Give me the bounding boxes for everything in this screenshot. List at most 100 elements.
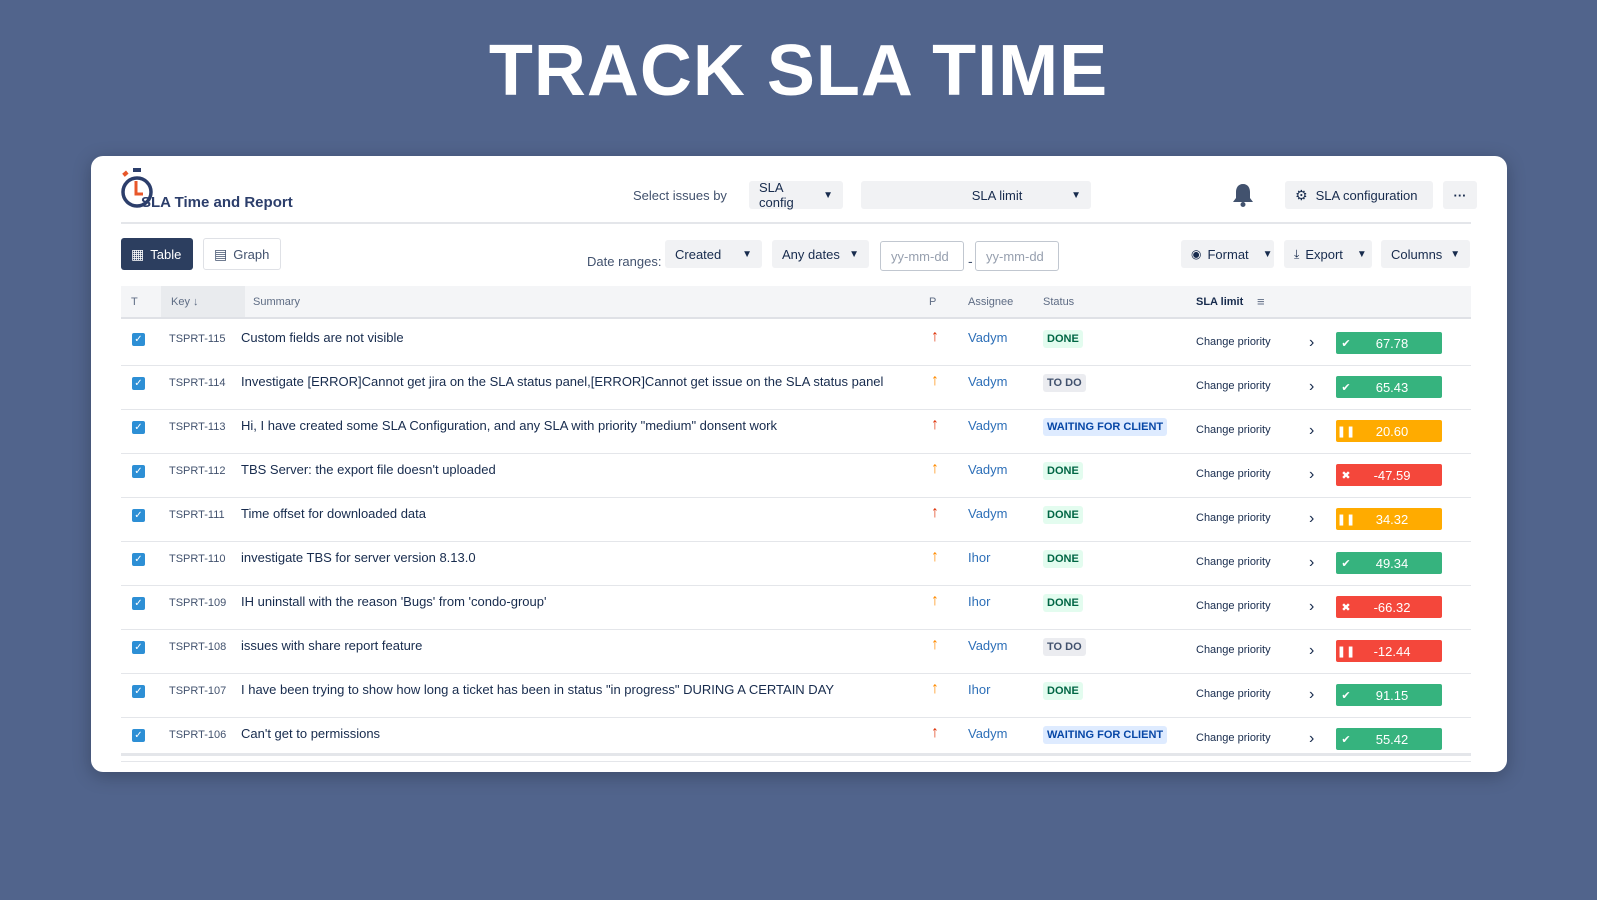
- issue-summary[interactable]: Custom fields are not visible: [241, 330, 404, 345]
- table-row[interactable]: ✓ TSPRT-112 TBS Server: the export file do…: [121, 453, 1471, 498]
- row-checkbox[interactable]: ✓: [132, 509, 145, 522]
- chevron-right-icon[interactable]: ›: [1309, 510, 1314, 528]
- issue-summary[interactable]: Time offset for downloaded data: [241, 506, 426, 521]
- priority-arrow-icon: ↑: [931, 372, 939, 389]
- assignee-link[interactable]: Ihor: [968, 682, 990, 697]
- change-priority-action[interactable]: Change priority: [1196, 732, 1271, 744]
- change-priority-action[interactable]: Change priority: [1196, 688, 1271, 700]
- table-row[interactable]: ✓ TSPRT-113 Hi, I have created some SLA Co…: [121, 409, 1471, 454]
- header-sla-limit[interactable]: SLA limit: [1196, 296, 1243, 308]
- change-priority-action[interactable]: Change priority: [1196, 512, 1271, 524]
- sla-config-dropdown[interactable]: SLA config ▼: [749, 180, 843, 210]
- assignee-link[interactable]: Vadym: [968, 726, 1008, 741]
- assignee-link[interactable]: Vadym: [968, 374, 1008, 389]
- notifications-bell-icon[interactable]: [1231, 182, 1255, 213]
- priority-arrow-icon: ↑: [931, 592, 939, 609]
- table-row[interactable]: ✓ TSPRT-115 Custom fields are not visible ↑…: [121, 321, 1471, 366]
- assignee-link[interactable]: Vadym: [968, 330, 1008, 345]
- tab-graph[interactable]: ▤ Graph: [203, 238, 281, 270]
- issue-summary[interactable]: Investigate [ERROR]Cannot get jira on th…: [241, 374, 883, 389]
- header-key[interactable]: Key ↓: [171, 296, 199, 308]
- sla-time-value: 91.15: [1375, 687, 1409, 703]
- change-priority-action[interactable]: Change priority: [1196, 336, 1271, 348]
- issue-key[interactable]: TSPRT-110: [169, 553, 225, 565]
- format-dropdown[interactable]: ◉ Format ▼: [1181, 240, 1274, 268]
- issue-summary[interactable]: TBS Server: the export file doesn't uplo…: [241, 462, 496, 477]
- filter-icon[interactable]: ≡: [1257, 294, 1265, 309]
- date-to-input[interactable]: yy-mm-dd: [975, 241, 1059, 271]
- issue-key[interactable]: TSPRT-107: [169, 685, 226, 697]
- issue-summary[interactable]: investigate TBS for server version 8.13.…: [241, 550, 476, 565]
- header-status[interactable]: Status: [1043, 296, 1074, 308]
- sla-configuration-button[interactable]: ⚙ SLA configuration: [1285, 181, 1433, 209]
- issue-summary[interactable]: issues with share report feature: [241, 638, 422, 653]
- issue-key[interactable]: TSPRT-111: [169, 509, 225, 521]
- issue-summary[interactable]: I have been trying to show how long a ti…: [241, 682, 834, 697]
- columns-dropdown[interactable]: Columns ▼: [1381, 240, 1470, 268]
- header-t[interactable]: T: [131, 296, 138, 308]
- chevron-right-icon[interactable]: ›: [1309, 378, 1314, 396]
- chevron-right-icon[interactable]: ›: [1309, 466, 1314, 484]
- date-from-input[interactable]: yy-mm-dd: [880, 241, 964, 271]
- sla-limit-dropdown[interactable]: SLA limit ▼: [861, 181, 1091, 209]
- issue-key[interactable]: TSPRT-114: [169, 377, 225, 389]
- export-dropdown[interactable]: ⤓ Export ▼: [1284, 240, 1372, 268]
- row-checkbox[interactable]: ✓: [132, 641, 145, 654]
- assignee-link[interactable]: Vadym: [968, 462, 1008, 477]
- chevron-right-icon[interactable]: ›: [1309, 730, 1314, 748]
- chevron-right-icon[interactable]: ›: [1309, 422, 1314, 440]
- row-checkbox[interactable]: ✓: [132, 377, 145, 390]
- more-options-button[interactable]: ···: [1443, 181, 1477, 209]
- sort-down-icon: ↓: [193, 296, 199, 308]
- issue-summary[interactable]: Can't get to permissions: [241, 726, 380, 741]
- issue-summary[interactable]: IH uninstall with the reason 'Bugs' from…: [241, 594, 546, 609]
- table-row[interactable]: ✓ TSPRT-114 Investigate [ERROR]Cannot get …: [121, 365, 1471, 410]
- header-summary[interactable]: Summary: [253, 296, 300, 308]
- issue-key[interactable]: TSPRT-112: [169, 465, 225, 477]
- header-priority[interactable]: P: [929, 296, 936, 308]
- issue-key[interactable]: TSPRT-113: [169, 421, 225, 433]
- priority-arrow-icon: ↑: [931, 416, 939, 433]
- change-priority-action[interactable]: Change priority: [1196, 468, 1271, 480]
- row-checkbox[interactable]: ✓: [132, 465, 145, 478]
- change-priority-action[interactable]: Change priority: [1196, 380, 1271, 392]
- chevron-right-icon[interactable]: ›: [1309, 598, 1314, 616]
- chevron-right-icon[interactable]: ›: [1309, 334, 1314, 352]
- change-priority-action[interactable]: Change priority: [1196, 600, 1271, 612]
- row-checkbox[interactable]: ✓: [132, 597, 145, 610]
- sla-time-badge: ✔ 55.42: [1336, 728, 1442, 750]
- priority-arrow-icon: ↑: [931, 636, 939, 653]
- row-checkbox[interactable]: ✓: [132, 553, 145, 566]
- assignee-link[interactable]: Vadym: [968, 418, 1008, 433]
- chevron-right-icon[interactable]: ›: [1309, 686, 1314, 704]
- row-checkbox[interactable]: ✓: [132, 333, 145, 346]
- assignee-link[interactable]: Ihor: [968, 594, 990, 609]
- change-priority-action[interactable]: Change priority: [1196, 424, 1271, 436]
- status-badge: DONE: [1043, 594, 1083, 612]
- chevron-right-icon[interactable]: ›: [1309, 554, 1314, 572]
- tab-table[interactable]: ▦ Table: [121, 238, 193, 270]
- issue-key[interactable]: TSPRT-106: [169, 729, 226, 741]
- issue-key[interactable]: TSPRT-109: [169, 597, 226, 609]
- chevron-right-icon[interactable]: ›: [1309, 642, 1314, 660]
- row-checkbox[interactable]: ✓: [132, 685, 145, 698]
- issue-key[interactable]: TSPRT-108: [169, 641, 226, 653]
- change-priority-action[interactable]: Change priority: [1196, 556, 1271, 568]
- created-dropdown[interactable]: Created ▼: [665, 240, 762, 268]
- table-row[interactable]: ✓ TSPRT-111 Time offset for downloaded dat…: [121, 497, 1471, 542]
- assignee-link[interactable]: Vadym: [968, 506, 1008, 521]
- table-row[interactable]: ✓ TSPRT-108 issues with share report featu…: [121, 629, 1471, 674]
- issue-key[interactable]: TSPRT-115: [169, 333, 225, 345]
- issue-summary[interactable]: Hi, I have created some SLA Configuratio…: [241, 418, 777, 433]
- row-checkbox[interactable]: ✓: [132, 729, 145, 742]
- any-dates-dropdown[interactable]: Any dates ▼: [772, 240, 869, 268]
- row-checkbox[interactable]: ✓: [132, 421, 145, 434]
- change-priority-action[interactable]: Change priority: [1196, 644, 1271, 656]
- sla-time-badge: ✖ -47.59: [1336, 464, 1442, 486]
- table-row[interactable]: ✓ TSPRT-107 I have been trying to show how…: [121, 673, 1471, 718]
- assignee-link[interactable]: Ihor: [968, 550, 990, 565]
- header-assignee[interactable]: Assignee: [968, 296, 1013, 308]
- table-row[interactable]: ✓ TSPRT-109 IH uninstall with the reason '…: [121, 585, 1471, 630]
- table-row[interactable]: ✓ TSPRT-110 investigate TBS for server ver…: [121, 541, 1471, 586]
- assignee-link[interactable]: Vadym: [968, 638, 1008, 653]
